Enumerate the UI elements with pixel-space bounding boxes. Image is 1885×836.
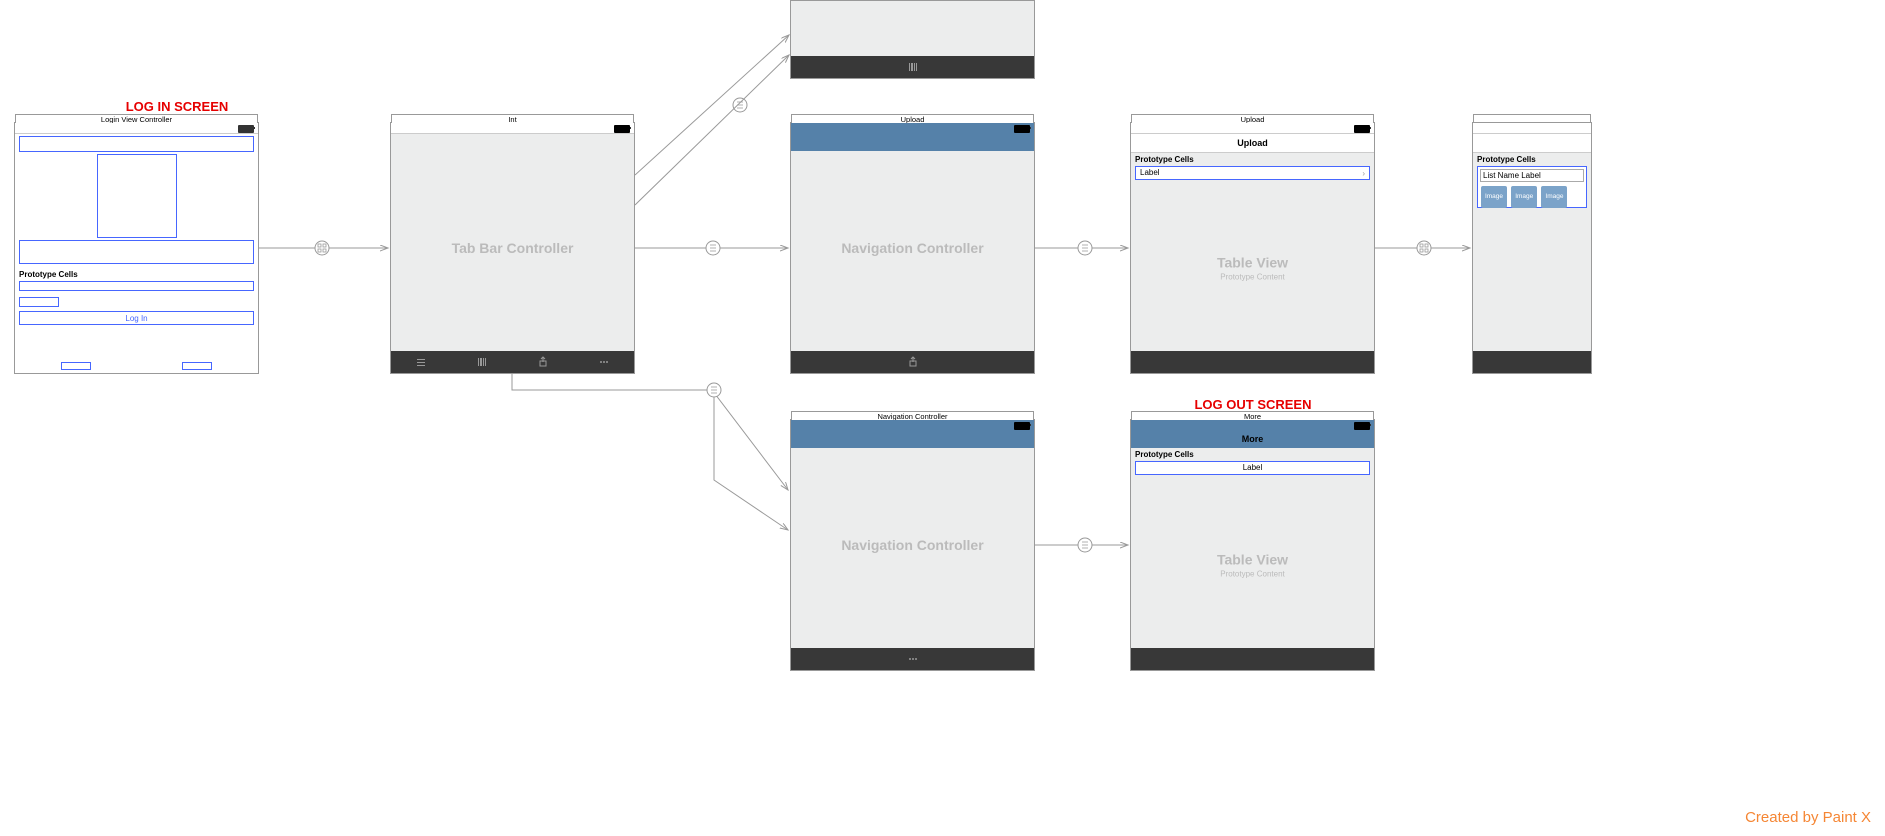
scene-title: Int (391, 114, 634, 123)
login-textfield-2[interactable] (19, 240, 254, 264)
annotation-login: LOG IN SCREEN (92, 99, 262, 114)
screen-table-upload[interactable]: Upload Upload Prototype Cells Label› Tab… (1130, 122, 1375, 374)
login-cell[interactable] (19, 281, 254, 291)
nav-bar (791, 133, 1034, 151)
image-placeholder: Image (1541, 186, 1567, 208)
tab-item-mylist[interactable] (391, 356, 452, 369)
image-placeholder: Image (1481, 186, 1507, 208)
scene-title (1473, 114, 1591, 123)
controller-label: Table ViewPrototype Content (1131, 552, 1374, 579)
status-bar (15, 123, 258, 134)
tab-bar (791, 56, 1034, 78)
battery-icon (1354, 125, 1370, 133)
login-small-field[interactable] (19, 297, 59, 307)
watermark: Created by Paint X (1745, 809, 1871, 826)
controller-label: Table ViewPrototype Content (1131, 255, 1374, 282)
table-cell[interactable]: Label (1135, 461, 1370, 475)
login-textfield-1[interactable] (19, 136, 254, 152)
share-icon (537, 356, 549, 368)
screen-scanner-partial[interactable] (790, 0, 1035, 79)
controller-label: Tab Bar Controller (391, 240, 634, 256)
status-bar (791, 123, 1034, 133)
collection-cell[interactable]: List Name Label Image Image Image (1477, 166, 1587, 208)
footer-box (61, 362, 91, 370)
screen-nav-upload[interactable]: Upload Navigation Controller (790, 122, 1035, 374)
list-icon (415, 356, 427, 368)
annotation-logout: LOG OUT SCREEN (1168, 397, 1338, 412)
more-icon (598, 356, 610, 368)
tab-bar (1131, 351, 1374, 373)
scene-title: Upload (1131, 114, 1374, 123)
screen-table-more[interactable]: More More Prototype Cells Label Table Vi… (1130, 419, 1375, 671)
nav-bar (791, 430, 1034, 448)
tab-item-scanner[interactable] (452, 356, 513, 369)
battery-icon (1014, 422, 1030, 430)
controller-label: Navigation Controller (791, 537, 1034, 553)
footer-box (182, 362, 212, 370)
controller-label: Navigation Controller (791, 240, 1034, 256)
tab-bar (791, 351, 1034, 373)
nav-bar (1473, 134, 1591, 153)
tab-item-more[interactable] (573, 356, 634, 369)
login-button[interactable]: Log In (19, 311, 254, 325)
tab-item[interactable] (791, 356, 1034, 369)
prototype-cells-label: Prototype Cells (1131, 153, 1374, 166)
battery-icon (238, 125, 254, 133)
tab-item[interactable] (791, 61, 1034, 74)
tab-bar (791, 648, 1034, 670)
scene-title: More (1131, 411, 1374, 420)
login-image (97, 154, 177, 238)
cell-label: List Name Label (1480, 169, 1584, 182)
table-cell[interactable]: Label › (1135, 166, 1370, 180)
status-bar (1131, 420, 1374, 430)
prototype-cells-label: Prototype Cells (1473, 153, 1591, 166)
more-icon (907, 653, 919, 665)
nav-bar: Upload (1131, 134, 1374, 153)
screen-login[interactable]: Login View Controller Prototype Cells Lo… (14, 122, 259, 374)
scene-title: Login View Controller (15, 114, 258, 123)
battery-icon (614, 125, 630, 133)
barcode-icon (907, 61, 919, 73)
cell-label: Label (1140, 168, 1160, 177)
prototype-cells-label: Prototype Cells (15, 268, 258, 281)
tab-bar (1131, 648, 1374, 670)
status-bar (1473, 123, 1591, 134)
battery-icon (1014, 125, 1030, 133)
status-bar (391, 123, 634, 134)
scene-title: Upload (791, 114, 1034, 123)
nav-bar: More (1131, 430, 1374, 448)
cell-label: Label (1243, 463, 1263, 472)
screen-nav-more[interactable]: Navigation Controller Navigation Control… (790, 419, 1035, 671)
image-placeholder: Image (1511, 186, 1537, 208)
scene-title: Navigation Controller (791, 411, 1034, 420)
tab-item-upload[interactable] (513, 356, 574, 369)
chevron-right-icon: › (1362, 169, 1365, 178)
share-icon (907, 356, 919, 368)
prototype-cells-label: Prototype Cells (1131, 448, 1374, 461)
tab-bar (391, 351, 634, 373)
tab-bar (1473, 351, 1591, 373)
battery-icon (1354, 422, 1370, 430)
status-bar (791, 420, 1034, 430)
screen-collection[interactable]: Prototype Cells List Name Label Image Im… (1472, 122, 1592, 374)
tab-item[interactable] (791, 653, 1034, 666)
login-footer (15, 362, 258, 370)
status-bar (1131, 123, 1374, 134)
screen-tabbar[interactable]: Int Tab Bar Controller (390, 122, 635, 374)
barcode-icon (476, 356, 488, 368)
